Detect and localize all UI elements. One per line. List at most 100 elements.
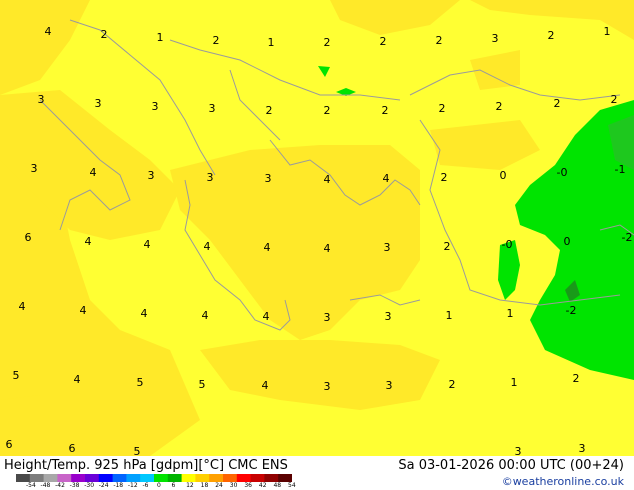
grid-value: 1 [157, 31, 164, 44]
colorbar-swatch [181, 474, 196, 482]
colorbar-swatch [278, 474, 292, 482]
colorbar-tick-label: -38 [69, 482, 80, 489]
grid-value: 4 [90, 166, 97, 179]
colorbar-tick-label: 24 [215, 482, 223, 489]
grid-value: 4 [141, 307, 148, 320]
grid-value: 2 [382, 104, 389, 117]
colorbar-swatch [16, 474, 31, 482]
colorbar-tick-label: 48 [273, 482, 282, 489]
grid-value: 2 [554, 97, 561, 110]
grid-value: 1 [268, 36, 275, 49]
grid-value: 3 [152, 100, 159, 113]
grid-value: 3 [209, 102, 216, 115]
grid-value: 2 [449, 378, 456, 391]
grid-value: 2 [611, 93, 618, 106]
grid-value: 3 [31, 162, 38, 175]
footer: Height/Temp. 925 hPa [gdpm][°C] CMC ENS … [0, 456, 634, 490]
colorbar-swatch [264, 474, 279, 482]
grid-value: 2 [324, 104, 331, 117]
colorbar-swatch [112, 474, 127, 482]
colorbar-tick-label: -12 [127, 482, 138, 489]
grid-value: 4 [202, 309, 209, 322]
grid-value: 4 [324, 173, 331, 186]
colorbar-swatch [154, 474, 169, 482]
colorbar-swatch [43, 474, 58, 482]
grid-value: 2 [101, 28, 108, 41]
grid-value: 4 [204, 240, 211, 253]
grid-value: 1 [507, 307, 514, 320]
colorbar-swatch [209, 474, 224, 482]
grid-value: 4 [85, 235, 92, 248]
colorbar-ticks: -54 -48 -42 -38 -30 -24 -18 -12 -6 0 6 12 18 24 30 36 42… [26, 482, 296, 490]
chart-frame: 4 2 1 2 1 2 2 2 3 2 1 3 3 3 3 2 2 2 2 2 2 2 3 4 3 3 3 4 4 2 0 -0 -1 6 4 4 4 4… [0, 0, 634, 490]
grid-value: -2 [566, 304, 577, 317]
grid-value: 4 [144, 238, 151, 251]
colorbar-tick-label: 42 [258, 482, 267, 489]
grid-value: 3 [385, 310, 392, 323]
grid-value: 2 [266, 104, 273, 117]
colorbar-tick-label: 18 [200, 482, 209, 489]
grid-value: -0 [557, 166, 568, 179]
grid-value: 3 [386, 379, 393, 392]
colorbar-swatch [98, 474, 114, 482]
colorbar-swatch [126, 474, 141, 482]
grid-value: 4 [74, 373, 81, 386]
grid-value: 6 [69, 442, 76, 455]
colorbar-tick-label: 30 [229, 482, 238, 489]
colorbar-tick-label: -18 [113, 482, 124, 489]
grid-value: 3 [579, 442, 586, 455]
grid-value: 2 [324, 36, 331, 49]
colorbar-tick-label: -48 [40, 482, 51, 489]
colorbar-tick-label: -6 [142, 482, 149, 489]
colorbar-swatch [140, 474, 155, 482]
grid-value: -2 [622, 231, 633, 244]
colorbar-swatch [85, 474, 100, 482]
site-credit: ©weatheronline.co.uk [501, 475, 624, 488]
valid-time: Sa 03-01-2026 00:00 UTC (00+24) [398, 458, 624, 473]
grid-value: 2 [380, 35, 387, 48]
colorbar-swatch [29, 474, 45, 482]
colorbar-swatch [250, 474, 265, 482]
grid-value: 2 [436, 34, 443, 47]
grid-value: 5 [13, 369, 20, 382]
grid-value: 5 [199, 378, 206, 391]
grid-value: 1 [511, 376, 518, 389]
grid-value: 1 [446, 309, 453, 322]
grid-value: 0 [564, 235, 571, 248]
grid-value: 3 [207, 171, 214, 184]
colorbar-swatch [236, 474, 252, 482]
colorbar-tick-label: 0 [157, 482, 161, 489]
grid-value: 2 [213, 34, 220, 47]
grid-value: 4 [262, 379, 269, 392]
map-canvas: 4 2 1 2 1 2 2 2 3 2 1 3 3 3 3 2 2 2 2 2 2 2 3 4 3 3 3 4 4 2 0 -0 -1 6 4 4 4 4… [0, 0, 634, 456]
colorbar-tick-label: -30 [84, 482, 95, 489]
colorbar-swatch [195, 474, 210, 482]
grid-value: 1 [604, 25, 611, 38]
colorbar-tick-label: -42 [55, 482, 65, 489]
grid-value: 6 [25, 231, 32, 244]
colorbar-swatch [167, 474, 183, 482]
grid-value: -0 [502, 238, 513, 251]
grid-value: 3 [38, 93, 45, 106]
colorbar-tick-label: -54 [26, 482, 36, 489]
chart-title: Height/Temp. 925 hPa [gdpm][°C] CMC ENS [4, 458, 288, 473]
grid-value: 2 [496, 100, 503, 113]
grid-value: 6 [6, 438, 13, 451]
colorbar [16, 474, 292, 482]
grid-value: 3 [324, 380, 331, 393]
grid-value: 2 [573, 372, 580, 385]
grid-value: 2 [444, 240, 451, 253]
grid-value: 3 [384, 241, 391, 254]
colorbar-tick-label: 12 [186, 482, 194, 489]
colorbar-tick-label: 54 [288, 482, 296, 489]
grid-value: 4 [264, 241, 271, 254]
colorbar-swatch [57, 474, 72, 482]
grid-value: 4 [383, 172, 390, 185]
colorbar-tick-label: -24 [98, 482, 109, 489]
grid-value: 3 [95, 97, 102, 110]
grid-value: 4 [263, 310, 270, 323]
grid-value: 3 [265, 172, 272, 185]
colorbar-tick-label: 36 [244, 482, 252, 489]
grid-value: 2 [548, 29, 555, 42]
colorbar-swatch [223, 474, 238, 482]
